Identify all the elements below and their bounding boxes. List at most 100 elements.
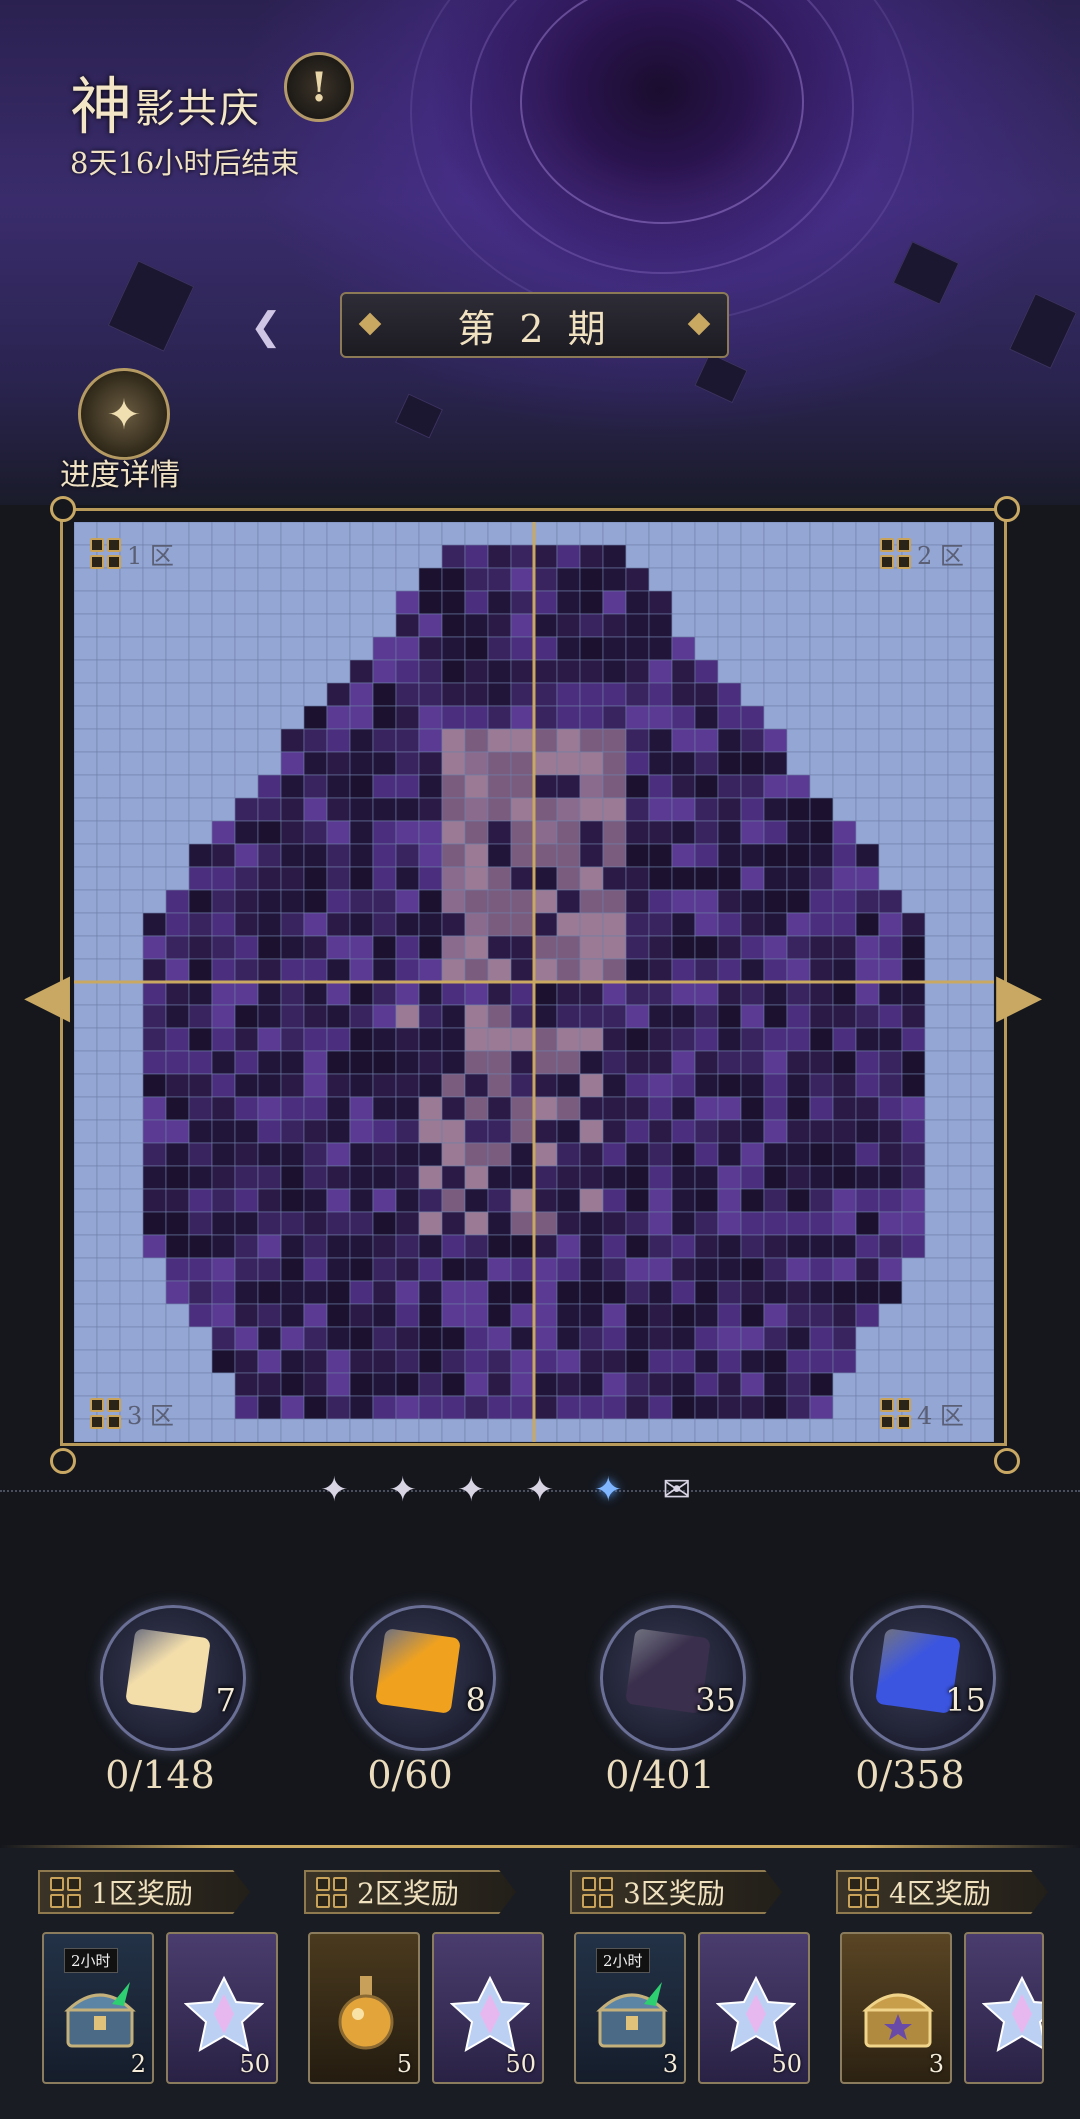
grid-cell[interactable] xyxy=(579,797,604,822)
grid-cell[interactable] xyxy=(855,1142,880,1167)
grid-cell[interactable] xyxy=(763,1188,788,1213)
grid-cell[interactable] xyxy=(74,1211,98,1236)
grid-cell[interactable] xyxy=(947,774,972,799)
grid-cell[interactable] xyxy=(510,544,535,569)
grid-cell[interactable] xyxy=(234,567,259,592)
grid-cell[interactable] xyxy=(579,1073,604,1098)
grid-cell[interactable] xyxy=(786,797,811,822)
grid-cell[interactable] xyxy=(947,682,972,707)
grid-cell[interactable] xyxy=(349,636,374,661)
grid-cell[interactable] xyxy=(809,636,834,661)
grid-cell[interactable] xyxy=(74,682,98,707)
grid-cell[interactable] xyxy=(740,1395,765,1420)
grid-cell[interactable] xyxy=(303,1395,328,1420)
grid-cell[interactable] xyxy=(303,522,328,546)
grid-cell[interactable] xyxy=(349,1096,374,1121)
grid-cell[interactable] xyxy=(809,567,834,592)
grid-cell[interactable] xyxy=(832,1303,857,1328)
grid-cell[interactable] xyxy=(970,797,994,822)
grid-cell[interactable] xyxy=(855,522,880,546)
grid-cell[interactable] xyxy=(510,1073,535,1098)
grid-cell[interactable] xyxy=(602,958,627,983)
grid-cell[interactable] xyxy=(648,912,673,937)
grid-cell[interactable] xyxy=(694,1165,719,1190)
grid-cell[interactable] xyxy=(763,1073,788,1098)
grid-cell[interactable] xyxy=(855,774,880,799)
grid-cell[interactable] xyxy=(142,935,167,960)
grid-cell[interactable] xyxy=(763,728,788,753)
grid-cell[interactable] xyxy=(533,636,558,661)
grid-cell[interactable] xyxy=(694,1142,719,1167)
grid-cell[interactable] xyxy=(671,682,696,707)
grid-cell[interactable] xyxy=(303,751,328,776)
grid-cell[interactable] xyxy=(441,820,466,845)
grid-cell[interactable] xyxy=(74,590,98,615)
grid-cell[interactable] xyxy=(372,981,397,1006)
info-button[interactable]: ! xyxy=(284,52,354,122)
grid-cell[interactable] xyxy=(211,1280,236,1305)
grid-cell[interactable] xyxy=(188,659,213,684)
grid-cell[interactable] xyxy=(418,1096,443,1121)
grid-cell[interactable] xyxy=(372,522,397,546)
grid-cell[interactable] xyxy=(602,751,627,776)
grid-cell[interactable] xyxy=(556,866,581,891)
grid-cell[interactable] xyxy=(464,751,489,776)
grid-cell[interactable] xyxy=(556,1280,581,1305)
grid-cell[interactable] xyxy=(855,1280,880,1305)
grid-cell[interactable] xyxy=(855,958,880,983)
grid-cell[interactable] xyxy=(211,636,236,661)
grid-cell[interactable] xyxy=(96,843,121,868)
grid-cell[interactable] xyxy=(947,590,972,615)
grid-cell[interactable] xyxy=(418,636,443,661)
grid-cell[interactable] xyxy=(786,1119,811,1144)
grid-cell[interactable] xyxy=(441,1165,466,1190)
grid-cell[interactable] xyxy=(211,659,236,684)
grid-cell[interactable] xyxy=(579,889,604,914)
grid-cell[interactable] xyxy=(602,613,627,638)
grid-cell[interactable] xyxy=(257,590,282,615)
grid-cell[interactable] xyxy=(234,705,259,730)
grid-cell[interactable] xyxy=(694,1349,719,1374)
grid-cell[interactable] xyxy=(763,1395,788,1420)
grid-cell[interactable] xyxy=(188,1004,213,1029)
grid-cell[interactable] xyxy=(257,935,282,960)
grid-cell[interactable] xyxy=(763,705,788,730)
grid-cell[interactable] xyxy=(487,912,512,937)
grid-cell[interactable] xyxy=(280,1395,305,1420)
grid-cell[interactable] xyxy=(418,1418,443,1442)
grid-cell[interactable] xyxy=(970,1027,994,1052)
grid-cell[interactable] xyxy=(579,590,604,615)
grid-cell[interactable] xyxy=(188,728,213,753)
grid-cell[interactable] xyxy=(671,866,696,891)
grid-cell[interactable] xyxy=(694,935,719,960)
grid-cell[interactable] xyxy=(970,1303,994,1328)
grid-cell[interactable] xyxy=(832,981,857,1006)
grid-cell[interactable] xyxy=(372,544,397,569)
grid-cell[interactable] xyxy=(441,935,466,960)
grid-cell[interactable] xyxy=(763,1004,788,1029)
grid-cell[interactable] xyxy=(349,1073,374,1098)
grid-cell[interactable] xyxy=(832,1073,857,1098)
grid-cell[interactable] xyxy=(878,935,903,960)
grid-cell[interactable] xyxy=(970,1050,994,1075)
grid-cell[interactable] xyxy=(786,682,811,707)
grid-cell[interactable] xyxy=(740,1119,765,1144)
grid-cell[interactable] xyxy=(947,728,972,753)
grid-cell[interactable] xyxy=(855,797,880,822)
grid-cell[interactable] xyxy=(349,935,374,960)
grid-cell[interactable] xyxy=(188,1326,213,1351)
grid-cell[interactable] xyxy=(188,636,213,661)
grid-cell[interactable] xyxy=(970,1119,994,1144)
grid-cell[interactable] xyxy=(947,613,972,638)
reward-header[interactable]: 1区奖励 xyxy=(38,1870,250,1914)
grid-cell[interactable] xyxy=(533,1372,558,1397)
grid-cell[interactable] xyxy=(119,590,144,615)
grid-cell[interactable] xyxy=(349,1165,374,1190)
grid-cell[interactable] xyxy=(625,544,650,569)
grid-cell[interactable] xyxy=(257,1142,282,1167)
grid-cell[interactable] xyxy=(740,1142,765,1167)
grid-cell[interactable] xyxy=(372,1096,397,1121)
grid-cell[interactable] xyxy=(165,1027,190,1052)
grid-cell[interactable] xyxy=(74,935,98,960)
grid-cell[interactable] xyxy=(372,1073,397,1098)
